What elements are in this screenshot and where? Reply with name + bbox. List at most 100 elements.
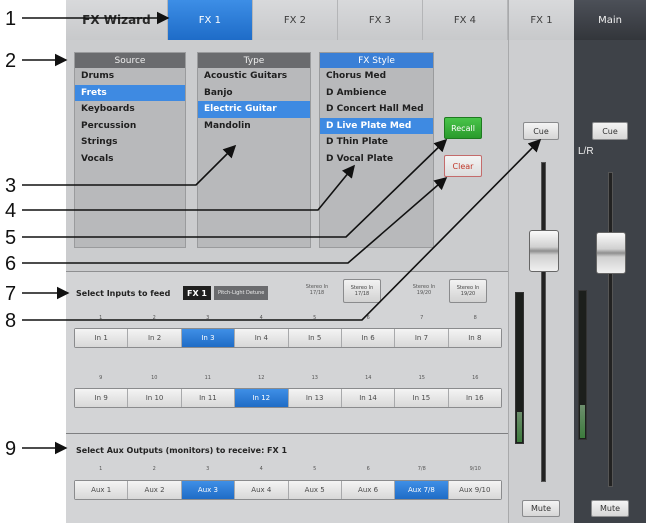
fx-style-item[interactable]: D Thin Plate bbox=[320, 134, 433, 151]
type-item-selected[interactable]: Electric Guitar bbox=[198, 101, 310, 118]
aux-number: 6 bbox=[366, 466, 370, 472]
main-mute-button[interactable]: Mute bbox=[591, 500, 629, 517]
input-button[interactable]: In 15 bbox=[395, 389, 449, 407]
input-button[interactable]: In 16 bbox=[448, 389, 501, 407]
input-button[interactable]: In 9 bbox=[75, 389, 129, 407]
input-button[interactable]: In 4 bbox=[235, 329, 289, 347]
source-item[interactable]: Drums bbox=[75, 68, 185, 85]
input-number: 10 bbox=[151, 375, 158, 381]
aux-numbers-row: 1 2 3 4 5 6 7/8 9/10 bbox=[74, 466, 502, 474]
type-item[interactable]: Mandolin bbox=[198, 118, 310, 135]
aux-number: 3 bbox=[206, 466, 210, 472]
aux-button[interactable]: Aux 2 bbox=[128, 481, 182, 499]
recall-button[interactable]: Recall bbox=[444, 117, 482, 139]
stereo-in-17-18-button[interactable]: Stereo In 17/18 bbox=[343, 279, 381, 303]
input-number: 16 bbox=[472, 375, 479, 381]
input-number: 1 bbox=[99, 315, 103, 321]
main-cue-button[interactable]: Cue bbox=[592, 122, 628, 140]
type-item[interactable]: Banjo bbox=[198, 85, 310, 102]
aux-button[interactable]: Aux 4 bbox=[235, 481, 289, 499]
source-item[interactable]: Strings bbox=[75, 134, 185, 151]
aux-outputs-label: Select Aux Outputs (monitors) to receive… bbox=[76, 446, 288, 455]
input-button[interactable]: In 1 bbox=[75, 329, 129, 347]
fx-style-item[interactable]: D Vocal Plate bbox=[320, 151, 433, 168]
fx1-fader-knob[interactable] bbox=[529, 230, 559, 272]
input-number: 11 bbox=[204, 375, 211, 381]
fx-style-item[interactable]: D Concert Hall Med bbox=[320, 101, 433, 118]
main-lr-label: L/R bbox=[578, 146, 594, 157]
source-list: Source Drums Frets Keyboards Percussion … bbox=[74, 52, 186, 248]
stereo-caption-17-18: Stereo In 17/18 bbox=[305, 284, 329, 296]
input-number: 8 bbox=[473, 315, 477, 321]
aux-number: 7/8 bbox=[417, 466, 426, 472]
fx-tag: FX 1 bbox=[183, 286, 211, 300]
input-button[interactable]: In 7 bbox=[395, 329, 449, 347]
input-button[interactable]: In 8 bbox=[448, 329, 501, 347]
aux-number: 5 bbox=[313, 466, 317, 472]
fx1-cue-button[interactable]: Cue bbox=[523, 122, 559, 140]
main-fader-knob[interactable] bbox=[596, 232, 626, 274]
main-strip-title: Main bbox=[574, 0, 646, 40]
fx-style-item[interactable]: Chorus Med bbox=[320, 68, 433, 85]
input-button[interactable]: In 11 bbox=[181, 389, 236, 407]
input-button[interactable]: In 14 bbox=[341, 389, 396, 407]
input-number: 7 bbox=[420, 315, 424, 321]
aux-button[interactable]: Aux 1 bbox=[75, 481, 129, 499]
fx-style-item[interactable]: D Ambience bbox=[320, 85, 433, 102]
tab-fx-1[interactable]: FX 1 bbox=[167, 0, 253, 40]
tab-fx-4[interactable]: FX 4 bbox=[422, 0, 508, 40]
tab-fx-2[interactable]: FX 2 bbox=[252, 0, 338, 40]
callout-3: 3 bbox=[5, 175, 17, 197]
callout-9: 9 bbox=[5, 438, 17, 460]
main-channel-strip: Main Cue L/R Mute bbox=[574, 0, 646, 523]
fx-wizard-app: FX Wizard FX 1 FX 2 FX 3 FX 4 Source Dru… bbox=[66, 0, 646, 523]
input-button-active[interactable]: In 12 bbox=[235, 389, 289, 407]
aux-number: 9/10 bbox=[469, 466, 481, 472]
aux-button-active[interactable]: Aux 3 bbox=[181, 481, 236, 499]
fx1-level-meter bbox=[515, 292, 524, 444]
fx-style-header: FX Style bbox=[320, 53, 433, 68]
input-buttons-row-1: In 1 In 2 In 3 In 4 In 5 In 6 In 7 In 8 bbox=[74, 328, 502, 348]
callout-7: 7 bbox=[5, 283, 17, 305]
callout-1: 1 bbox=[5, 8, 17, 30]
input-number: 4 bbox=[259, 315, 263, 321]
aux-buttons-row: Aux 1 Aux 2 Aux 3 Aux 4 Aux 5 Aux 6 Aux … bbox=[74, 480, 502, 500]
tab-fx-wizard[interactable]: FX Wizard bbox=[66, 0, 168, 40]
stereo-in-19-20-button[interactable]: Stereo In 19/20 bbox=[449, 279, 487, 303]
source-item[interactable]: Keyboards bbox=[75, 101, 185, 118]
input-button-active[interactable]: In 3 bbox=[181, 329, 236, 347]
aux-button[interactable]: Aux 5 bbox=[288, 481, 342, 499]
aux-button-active[interactable]: Aux 7/8 bbox=[395, 481, 449, 499]
input-button[interactable]: In 5 bbox=[288, 329, 342, 347]
source-item[interactable]: Vocals bbox=[75, 151, 185, 168]
type-list: Type Acoustic Guitars Banjo Electric Gui… bbox=[197, 52, 311, 248]
type-header: Type bbox=[198, 53, 310, 68]
fx1-fader-track bbox=[541, 162, 546, 482]
stereo-caption-19-20: Stereo In 19/20 bbox=[412, 284, 436, 296]
source-header: Source bbox=[75, 53, 185, 68]
input-button[interactable]: In 13 bbox=[288, 389, 342, 407]
input-button[interactable]: In 10 bbox=[128, 389, 182, 407]
fx1-mute-button[interactable]: Mute bbox=[522, 500, 560, 517]
source-item[interactable]: Percussion bbox=[75, 118, 185, 135]
input-button[interactable]: In 2 bbox=[128, 329, 182, 347]
input-numbers-row-1: 1 2 3 4 5 6 7 8 bbox=[74, 315, 502, 323]
inputs-label: Select Inputs to feed bbox=[76, 289, 171, 298]
clear-button[interactable]: Clear bbox=[444, 155, 482, 177]
type-item[interactable]: Acoustic Guitars bbox=[198, 68, 310, 85]
wizard-panel: Source Drums Frets Keyboards Percussion … bbox=[66, 40, 508, 272]
aux-button[interactable]: Aux 9/10 bbox=[448, 481, 501, 499]
aux-button[interactable]: Aux 6 bbox=[341, 481, 396, 499]
source-item-selected[interactable]: Frets bbox=[75, 84, 185, 101]
input-button[interactable]: In 6 bbox=[341, 329, 396, 347]
tab-bar: FX Wizard FX 1 FX 2 FX 3 FX 4 bbox=[66, 0, 508, 40]
fx-style-list: FX Style Chorus Med D Ambience D Concert… bbox=[319, 52, 434, 248]
input-number: 15 bbox=[418, 375, 425, 381]
callout-6: 6 bbox=[5, 253, 17, 275]
tab-fx-3[interactable]: FX 3 bbox=[337, 0, 423, 40]
fx1-meter-fill bbox=[517, 412, 522, 442]
main-fader-track bbox=[608, 172, 613, 487]
aux-number: 1 bbox=[99, 466, 103, 472]
fx-style-item-selected[interactable]: D Live Plate Med bbox=[320, 117, 433, 134]
input-number: 13 bbox=[311, 375, 318, 381]
